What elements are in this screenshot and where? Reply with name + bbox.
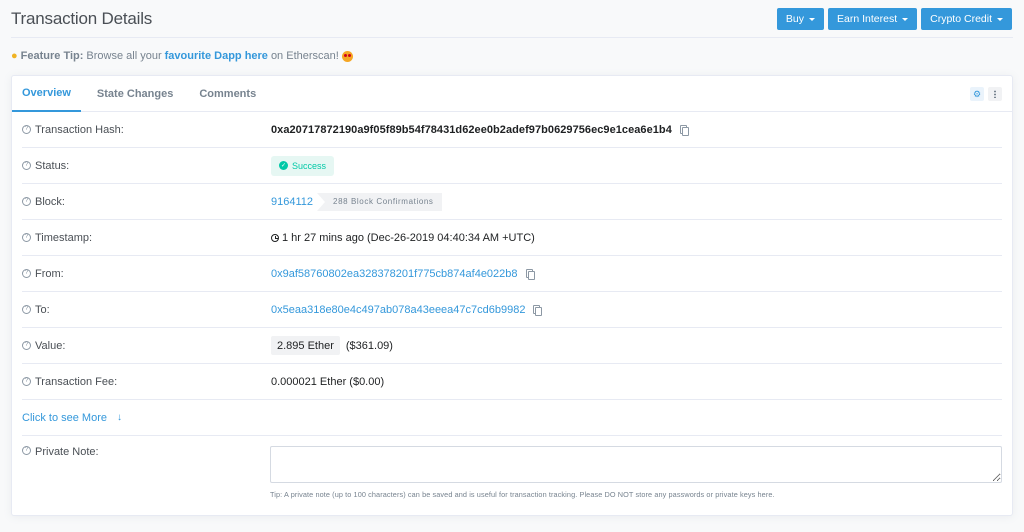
- block-confirmations-badge: 288 Block Confirmations: [317, 192, 442, 211]
- tab-state-changes[interactable]: State Changes: [87, 76, 183, 111]
- label-text: To:: [35, 303, 50, 316]
- favourite-dapp-link[interactable]: favourite Dapp here: [165, 50, 268, 62]
- lightbulb-icon: ●: [11, 50, 18, 62]
- row-timestamp: ? Timestamp: 1 hr 27 mins ago (Dec-26-20…: [22, 220, 1002, 256]
- tab-bar: Overview State Changes Comments ⚙: [12, 76, 1012, 112]
- row-label: ? Private Note:: [22, 446, 270, 499]
- help-icon[interactable]: ?: [22, 341, 31, 350]
- help-icon[interactable]: ?: [22, 377, 31, 386]
- feature-tip: ● Feature Tip: Browse all your favourite…: [11, 50, 353, 62]
- row-to: ? To: 0x5eaa318e80e4c497ab078a43eeea47c7…: [22, 292, 1002, 328]
- status-text: Success: [292, 160, 327, 171]
- help-icon[interactable]: ?: [22, 305, 31, 314]
- vertical-ellipsis-icon: [994, 90, 996, 98]
- row-label: ? From:: [22, 268, 271, 280]
- feature-tip-text-after: on Etherscan!: [270, 50, 339, 62]
- row-see-more: Click to see More ↓: [22, 400, 1002, 436]
- usd-value: ($361.09): [345, 339, 393, 352]
- label-text: From:: [35, 267, 64, 280]
- label-text: Status:: [35, 159, 70, 172]
- row-value: 0x5eaa318e80e4c497ab078a43eeea47c7cd6b99…: [271, 304, 543, 316]
- transaction-fee-value: 0.000021 Ether ($0.00): [271, 375, 385, 388]
- row-transaction-fee: ? Transaction Fee: 0.000021 Ether ($0.00…: [22, 364, 1002, 400]
- arrow-down-icon: ↓: [116, 412, 122, 423]
- tab-overview[interactable]: Overview: [12, 76, 81, 112]
- help-icon[interactable]: ?: [22, 269, 31, 278]
- row-status: ? Status: ✓ Success: [22, 148, 1002, 184]
- see-more-link[interactable]: Click to see More ↓: [22, 412, 122, 424]
- help-icon[interactable]: ?: [22, 233, 31, 242]
- header-buttons: Buy Earn Interest Crypto Credit: [776, 7, 1012, 30]
- label-text: Block:: [35, 195, 65, 208]
- transaction-hash-value: 0xa20717872190a9f05f89b54f78431d62ee0b2a…: [271, 123, 672, 136]
- feature-tip-label: Feature Tip:: [20, 50, 84, 62]
- crypto-credit-dropdown-button[interactable]: Crypto Credit: [921, 7, 1012, 30]
- help-icon[interactable]: ?: [22, 446, 31, 455]
- row-transaction-hash: ? Transaction Hash: 0xa20717872190a9f05f…: [22, 112, 1002, 148]
- row-value: 1 hr 27 mins ago (Dec-26-2019 04:40:34 A…: [271, 232, 535, 244]
- gear-icon: ⚙: [972, 88, 982, 99]
- block-number-link[interactable]: 9164112: [271, 196, 313, 208]
- row-label: ? Status:: [22, 160, 271, 172]
- private-note-tip: Tip: A private note (up to 100 character…: [270, 490, 775, 499]
- to-address-link[interactable]: 0x5eaa318e80e4c497ab078a43eeea47c7cd6b99…: [271, 304, 525, 316]
- row-value: 0.000021 Ether ($0.00): [271, 376, 384, 388]
- row-label: ? Timestamp:: [22, 232, 271, 244]
- ether-value-badge: 2.895 Ether: [271, 336, 340, 355]
- copy-icon[interactable]: [525, 268, 535, 280]
- row-label: ? To:: [22, 304, 271, 316]
- private-note-input[interactable]: [270, 446, 1002, 483]
- row-value: 9164112 288 Block Confirmations: [271, 192, 442, 211]
- transaction-card: Overview State Changes Comments ⚙ ? Tran…: [11, 75, 1013, 516]
- row-block: ? Block: 9164112 288 Block Confirmations: [22, 184, 1002, 220]
- label-text: Timestamp:: [35, 231, 93, 244]
- see-more-label: Click to see More: [22, 411, 107, 424]
- page-header: Transaction Details Buy Earn Interest Cr…: [11, 0, 1013, 38]
- help-icon[interactable]: ?: [22, 161, 31, 170]
- heart-eyes-emoji-icon: [341, 50, 353, 62]
- row-value: ? Value: 2.895 Ether ($361.09): [22, 328, 1002, 364]
- earn-interest-dropdown-button[interactable]: Earn Interest: [828, 7, 918, 30]
- row-label: ? Transaction Fee:: [22, 376, 271, 388]
- row-label: ? Block:: [22, 196, 271, 208]
- private-note-wrap: Tip: A private note (up to 100 character…: [270, 446, 1002, 499]
- settings-button[interactable]: ⚙: [970, 87, 984, 101]
- status-badge: ✓ Success: [271, 155, 335, 176]
- help-icon[interactable]: ?: [22, 125, 31, 134]
- copy-icon[interactable]: [533, 304, 543, 316]
- label-text: Value:: [35, 339, 66, 352]
- tab-comments[interactable]: Comments: [189, 76, 266, 111]
- buy-label: Buy: [785, 12, 805, 25]
- row-value: 0xa20717872190a9f05f89b54f78431d62ee0b2a…: [271, 123, 689, 136]
- chevron-down-icon: [997, 17, 1003, 21]
- tab-tools: ⚙: [970, 87, 1002, 101]
- row-from: ? From: 0x9af58760802ea328378201f775cb87…: [22, 256, 1002, 292]
- buy-dropdown-button[interactable]: Buy: [776, 7, 825, 30]
- row-private-note: ? Private Note: Tip: A private note (up …: [22, 436, 1002, 499]
- row-value: 0x9af58760802ea328378201f775cb874af4e022…: [271, 268, 535, 280]
- detail-rows: ? Transaction Hash: 0xa20717872190a9f05f…: [12, 112, 1012, 499]
- check-circle-icon: ✓: [279, 161, 288, 170]
- row-label: ? Transaction Hash:: [22, 124, 271, 136]
- help-icon[interactable]: ?: [22, 197, 31, 206]
- clock-icon: [271, 233, 279, 242]
- more-options-button[interactable]: [988, 87, 1002, 101]
- chevron-down-icon: [809, 17, 816, 21]
- chevron-down-icon: [902, 17, 909, 21]
- row-value: ✓ Success: [271, 155, 335, 176]
- timestamp-value: 1 hr 27 mins ago (Dec-26-2019 04:40:34 A…: [282, 231, 535, 244]
- page-title: Transaction Details: [11, 8, 153, 28]
- crypto-credit-label: Crypto Credit: [930, 12, 992, 25]
- row-label: ? Value:: [22, 340, 271, 352]
- label-text: Private Note:: [35, 446, 99, 458]
- earn-interest-label: Earn Interest: [837, 12, 898, 25]
- label-text: Transaction Hash:: [35, 123, 124, 136]
- from-address-link[interactable]: 0x9af58760802ea328378201f775cb874af4e022…: [271, 268, 518, 280]
- row-value-content: 2.895 Ether ($361.09): [271, 336, 393, 355]
- copy-icon[interactable]: [679, 124, 689, 136]
- feature-tip-text: Browse all your: [86, 50, 162, 62]
- label-text: Transaction Fee:: [35, 375, 118, 388]
